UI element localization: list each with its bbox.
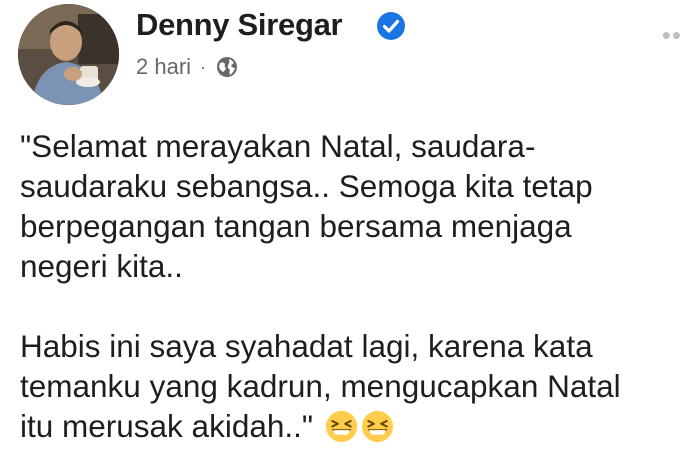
more-options-button[interactable]: ••	[662, 22, 682, 48]
globe-icon	[217, 57, 238, 77]
post-paragraph-2-text: Habis ini saya syahadat lagi, karena kat…	[20, 328, 621, 444]
meta-separator: ·	[200, 56, 207, 77]
post-timestamp[interactable]: 2 hari	[136, 54, 191, 80]
post-header: Denny Siregar 2 hari · ••	[18, 0, 682, 110]
author-name[interactable]: Denny Siregar	[136, 7, 343, 43]
verified-badge-icon	[377, 12, 405, 40]
avatar-photo	[18, 4, 119, 105]
post-paragraph-2: Habis ini saya syahadat lagi, karena kat…	[20, 326, 670, 446]
post-meta: 2 hari ·	[136, 54, 239, 80]
grinning-squinting-face-emoji	[325, 410, 357, 443]
post-body: "Selamat merayakan Natal, saudara- sauda…	[20, 126, 670, 446]
grinning-squinting-face-emoji	[361, 410, 393, 443]
author-avatar[interactable]	[18, 4, 119, 105]
post-paragraph-1: "Selamat merayakan Natal, saudara- sauda…	[20, 128, 593, 284]
